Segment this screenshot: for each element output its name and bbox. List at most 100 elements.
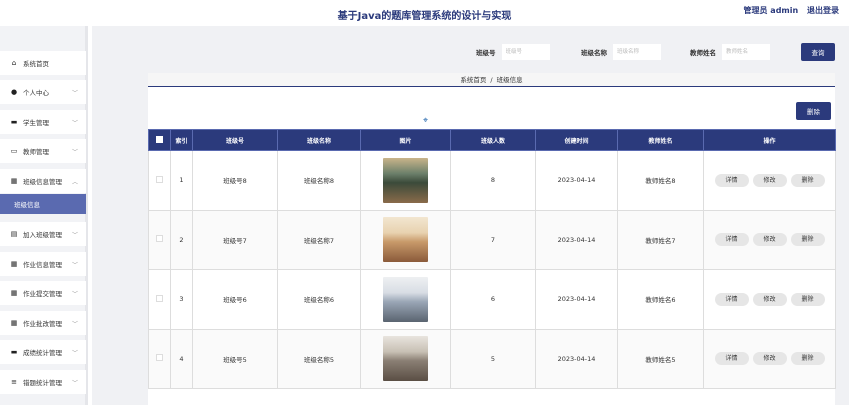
chevron-down-icon: ﹀ xyxy=(71,119,78,127)
detail-button[interactable]: 详情 xyxy=(714,292,749,306)
row-checkbox[interactable] xyxy=(156,175,163,183)
edit-button[interactable]: 修改 xyxy=(752,292,787,306)
cell-class-size: 6 xyxy=(450,269,536,330)
list-icon: ≡ xyxy=(11,378,17,386)
detail-button[interactable]: 详情 xyxy=(714,352,749,366)
class-code-label: 班级号 xyxy=(476,49,496,57)
cell-class-name: 班级名称6 xyxy=(277,269,361,330)
cell-actions: 详情 修改 删除 xyxy=(703,328,836,389)
cell-index: 1 xyxy=(170,150,193,211)
user-area: 管理员 admin 退出登录 xyxy=(738,5,839,16)
sidebar-item-label: 成绩统计管理 xyxy=(23,349,62,357)
cell-index: 2 xyxy=(170,209,193,270)
sidebar-item[interactable]: ▦ 班级信息管理 ︿ xyxy=(0,169,86,193)
cell-class-code: 班级号5 xyxy=(192,328,278,389)
detail-button[interactable]: 详情 xyxy=(714,173,749,187)
batch-delete-button[interactable]: 删除 xyxy=(796,102,831,120)
cell-actions: 详情 修改 删除 xyxy=(703,209,836,270)
class-code-input[interactable] xyxy=(501,44,550,60)
sidebar-item[interactable]: ▭ 教师管理 ﹀ xyxy=(0,139,86,163)
sidebar-subitem-class-info[interactable]: 班级信息 xyxy=(0,194,86,214)
top-header: 基于Java的题库管理系统的设计与实现 管理员 admin 退出登录 xyxy=(0,0,849,26)
row-checkbox[interactable] xyxy=(156,294,163,302)
clipboard-icon: ▤ xyxy=(10,230,18,238)
edit-button[interactable]: 修改 xyxy=(752,173,787,187)
delete-button[interactable]: 删除 xyxy=(790,352,825,366)
table-row: 1 班级号8 班级名称8 8 2023-04-14 教师姓名8 详情 修改 删除 xyxy=(148,150,836,211)
sidebar-item[interactable]: ▦ 作业提交管理 ﹀ xyxy=(0,281,86,305)
cell-class-code: 班级号8 xyxy=(192,150,278,211)
classroom-image xyxy=(383,276,428,322)
cell-class-size: 7 xyxy=(450,209,536,270)
chevron-down-icon: ﹀ xyxy=(71,379,78,387)
delete-button[interactable]: 删除 xyxy=(790,233,825,247)
sidebar-item-label: 个人中心 xyxy=(23,89,49,97)
class-name-input[interactable] xyxy=(613,44,661,60)
table-row: 3 班级号6 班级名称6 6 2023-04-14 教师姓名6 详情 修改 删除 xyxy=(148,269,836,330)
row-select-cell[interactable] xyxy=(148,269,171,330)
sidebar-item[interactable]: ≡ 错题统计管理 ﹀ xyxy=(0,370,86,394)
classroom-image xyxy=(383,217,428,263)
cell-created-time: 2023-04-14 xyxy=(535,328,618,389)
sidebar-item[interactable]: ▦ 作业信息管理 ﹀ xyxy=(0,252,86,276)
delete-button[interactable]: 删除 xyxy=(790,173,825,187)
delete-button[interactable]: 删除 xyxy=(790,292,825,306)
select-all-cell[interactable] xyxy=(148,129,171,151)
sidebar-item-label: 作业提交管理 xyxy=(23,290,62,298)
sidebar-item-label: 加入班级管理 xyxy=(23,231,62,239)
detail-button[interactable]: 详情 xyxy=(714,233,749,247)
sidebar-item-label: 系统首页 xyxy=(23,60,49,68)
chevron-down-icon: ﹀ xyxy=(71,320,78,328)
cell-created-time: 2023-04-14 xyxy=(535,150,618,211)
sidebar-item[interactable]: ▬ 成绩统计管理 ﹀ xyxy=(0,340,86,364)
breadcrumb-home[interactable]: 系统首页 xyxy=(460,76,486,84)
search-class-code: 班级号 xyxy=(476,43,550,61)
sidebar-item-label: 教师管理 xyxy=(23,148,49,156)
row-checkbox[interactable] xyxy=(156,235,163,243)
sidebar-item[interactable]: ⌂ 系统首页 xyxy=(0,51,86,75)
teacher-name-input[interactable] xyxy=(722,44,770,60)
chevron-down-icon: ﹀ xyxy=(71,349,78,357)
search-button[interactable]: 查询 xyxy=(801,43,835,61)
person-icon: ● xyxy=(10,88,18,96)
teacher-name-label: 教师姓名 xyxy=(690,49,716,57)
breadcrumb-separator: / xyxy=(490,76,493,84)
chevron-down-icon: ﹀ xyxy=(71,89,78,97)
edit-button[interactable]: 修改 xyxy=(752,352,787,366)
header-teacher-name: 教师姓名 xyxy=(617,129,704,151)
cell-created-time: 2023-04-14 xyxy=(535,269,618,330)
row-select-cell[interactable] xyxy=(148,150,171,211)
cell-index: 3 xyxy=(170,269,193,330)
sidebar-item[interactable]: ▬ 学生管理 ﹀ xyxy=(0,110,86,134)
page-title: 基于Java的题库管理系统的设计与实现 xyxy=(337,11,512,22)
row-select-cell[interactable] xyxy=(148,209,171,270)
class-table: 索引 班级号 班级名称 图片 班级人数 创建时间 教师姓名 操作 1 班级号8 班级… xyxy=(148,129,836,389)
chat-icon: ▬ xyxy=(10,348,18,356)
chevron-down-icon: ﹀ xyxy=(71,231,78,239)
cell-teacher-name: 教师姓名8 xyxy=(617,150,704,211)
screen-icon: ▭ xyxy=(10,147,18,155)
chevron-down-icon: ﹀ xyxy=(71,261,78,269)
sidebar-item[interactable]: ● 个人中心 ﹀ xyxy=(0,80,86,104)
sidebar-item-label: 学生管理 xyxy=(23,119,49,127)
sidebar-item-label: 班级信息管理 xyxy=(23,178,62,186)
sidebar-item[interactable]: ▤ 加入班级管理 ﹀ xyxy=(0,222,86,246)
table-header-row: 索引 班级号 班级名称 图片 班级人数 创建时间 教师姓名 操作 xyxy=(148,129,836,151)
search-class-name: 班级名称 xyxy=(581,43,661,61)
cell-class-name: 班级名称5 xyxy=(277,328,361,389)
logout-link[interactable]: 退出登录 xyxy=(807,6,839,15)
cell-image xyxy=(360,209,451,270)
sidebar-item[interactable]: ▦ 作业批改管理 ﹀ xyxy=(0,311,86,335)
cell-image xyxy=(360,150,451,211)
classroom-image xyxy=(383,157,428,203)
cell-actions: 详情 修改 删除 xyxy=(703,150,836,211)
select-all-checkbox[interactable] xyxy=(156,135,163,143)
row-checkbox[interactable] xyxy=(156,354,163,362)
cell-class-size: 5 xyxy=(450,328,536,389)
header-created-time: 创建时间 xyxy=(535,129,618,151)
breadcrumb: 系统首页 / 班级信息 xyxy=(148,73,835,87)
cell-class-size: 8 xyxy=(450,150,536,211)
edit-button[interactable]: 修改 xyxy=(752,233,787,247)
cell-created-time: 2023-04-14 xyxy=(535,209,618,270)
row-select-cell[interactable] xyxy=(148,328,171,389)
